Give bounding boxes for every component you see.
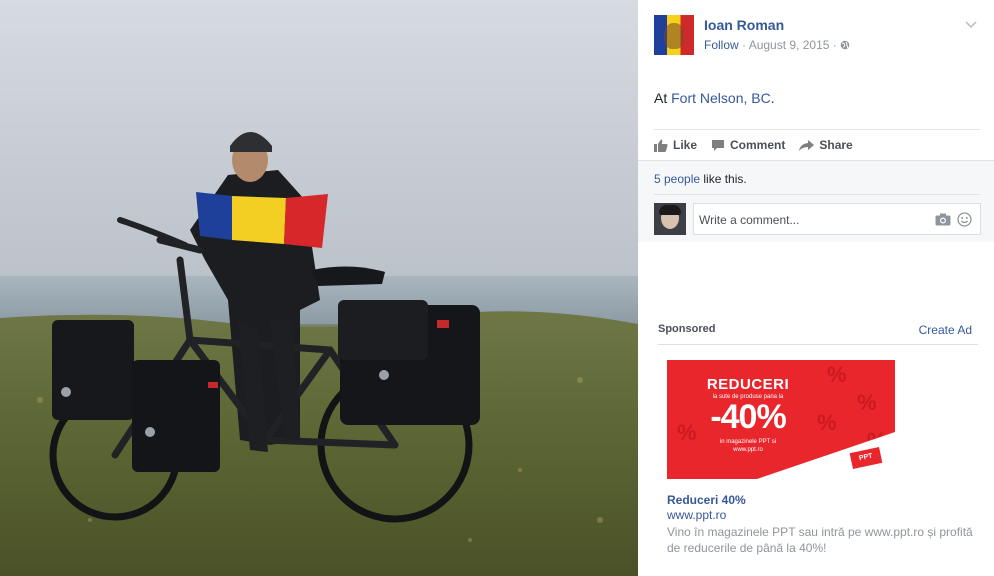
likes-summary: 5 people like this. xyxy=(654,172,747,186)
post-location: At Fort Nelson, BC. xyxy=(654,90,775,106)
post-panel: Ioan Roman Follow · August 9, 2015 · At … xyxy=(638,0,994,576)
location-suffix: . xyxy=(770,90,775,106)
likes-suffix: like this. xyxy=(700,172,747,186)
divider xyxy=(658,344,978,345)
like-button[interactable]: Like xyxy=(654,138,697,152)
comment-icon xyxy=(712,139,725,151)
create-ad-link[interactable]: Create Ad xyxy=(919,323,972,337)
smiley-icon[interactable] xyxy=(957,212,972,227)
post-header: Ioan Roman Follow · August 9, 2015 · xyxy=(654,15,978,59)
ad-percent: -40% xyxy=(710,398,786,436)
ufi-section: 5 people like this. Write a comment... xyxy=(638,160,994,242)
ad-small-url: www.ppt.ro xyxy=(733,447,763,453)
ad-description: Vino în magazinele PPT sau intră pe www.… xyxy=(667,525,973,555)
globe-icon[interactable] xyxy=(840,40,850,50)
follow-link[interactable]: Follow xyxy=(704,38,739,52)
meta-separator-2: · xyxy=(832,38,837,52)
chevron-down-icon[interactable] xyxy=(964,17,978,31)
likes-people-link[interactable]: 5 people xyxy=(654,172,700,186)
share-label: Share xyxy=(819,138,853,152)
ad-title[interactable]: Reduceri 40% xyxy=(667,493,746,507)
comment-button[interactable]: Comment xyxy=(711,138,785,152)
comment-label: Comment xyxy=(730,138,786,152)
ad-small-text: in magazinele PPT si www.ppt.ro xyxy=(683,438,813,454)
divider xyxy=(654,129,980,130)
comment-input[interactable]: Write a comment... xyxy=(693,203,981,235)
post-actions: Like Comment Share xyxy=(654,137,853,153)
share-icon xyxy=(799,139,815,151)
sponsored-label: Sponsored xyxy=(658,323,716,335)
author-avatar[interactable] xyxy=(654,15,694,55)
post-meta: Follow · August 9, 2015 · xyxy=(704,38,850,52)
camera-icon[interactable] xyxy=(935,213,951,226)
current-user-avatar[interactable] xyxy=(654,203,686,235)
ad-url[interactable]: www.ppt.ro xyxy=(667,508,726,522)
divider xyxy=(654,194,980,195)
ad-image[interactable]: % % % % % REDUCERI la sute de produse pa… xyxy=(667,360,895,479)
meta-separator: · xyxy=(742,38,747,52)
photo-scene xyxy=(0,0,638,576)
post-date[interactable]: August 9, 2015 xyxy=(749,38,830,52)
comment-placeholder: Write a comment... xyxy=(699,213,800,227)
author-name[interactable]: Ioan Roman xyxy=(704,17,784,33)
ad-small-line: in magazinele PPT si xyxy=(719,439,777,445)
location-prefix: At xyxy=(654,90,668,106)
post-photo[interactable] xyxy=(0,0,638,576)
like-label: Like xyxy=(673,138,698,152)
share-button[interactable]: Share xyxy=(799,138,853,152)
location-link[interactable]: Fort Nelson, BC xyxy=(671,90,771,106)
like-icon xyxy=(654,139,668,152)
ad-headline: REDUCERI xyxy=(706,376,790,393)
